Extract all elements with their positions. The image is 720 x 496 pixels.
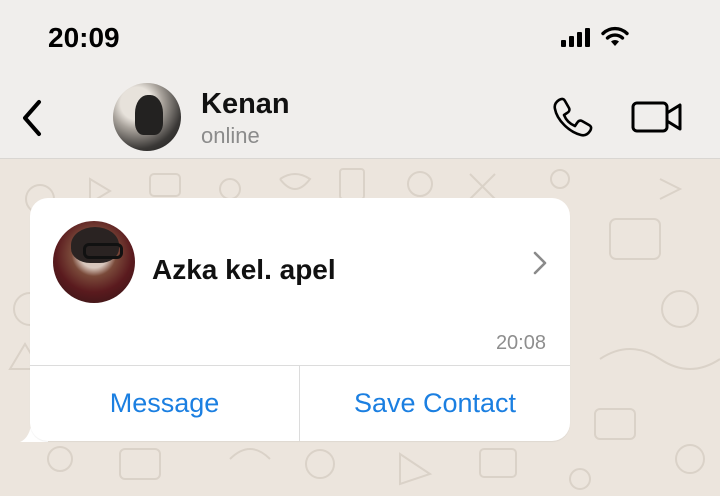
wifi-icon	[601, 26, 629, 46]
phone-icon[interactable]	[550, 95, 594, 139]
message-button[interactable]: Message	[30, 366, 299, 441]
shared-contact-avatar	[53, 221, 135, 303]
contact-card-message[interactable]: Azka kel. apel 20:08 Message Save Contac…	[30, 198, 570, 441]
message-timestamp: 20:08	[495, 332, 546, 354]
chat-contact-status: online	[201, 123, 260, 148]
video-camera-icon[interactable]	[630, 98, 684, 136]
signal-icon	[561, 27, 590, 47]
shared-contact-name[interactable]: Azka kel. apel	[152, 254, 336, 286]
save-contact-button[interactable]: Save Contact	[300, 366, 570, 441]
contact-avatar[interactable]	[113, 83, 181, 151]
chat-contact-name[interactable]: Kenan	[201, 88, 290, 121]
top-bar: 20:09 Kenan online	[0, 0, 720, 159]
status-icons	[561, 25, 630, 47]
back-chevron-icon[interactable]	[18, 98, 48, 138]
chevron-right-icon[interactable]	[530, 248, 550, 278]
status-time: 20:09	[48, 22, 120, 53]
